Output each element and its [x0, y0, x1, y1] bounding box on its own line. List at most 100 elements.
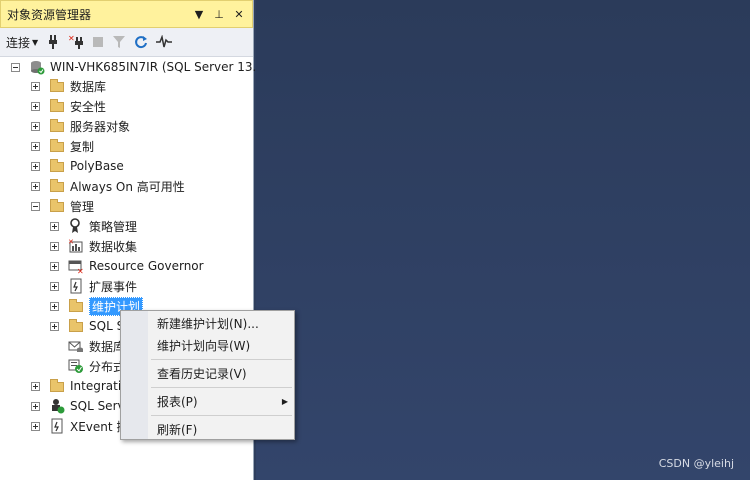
expand-toggle[interactable]	[50, 241, 59, 251]
explorer-toolbar: 连接 ▼ ✕	[0, 28, 253, 57]
expand-toggle[interactable]	[50, 301, 59, 311]
expand-toggle[interactable]	[31, 101, 40, 111]
stop-icon[interactable]	[92, 32, 104, 52]
menu-item-label: 查看历史记录(V)	[157, 366, 247, 381]
pin-icon[interactable]: ⊥	[212, 8, 226, 21]
menu-item-maintenance-plan-wizard[interactable]: 维护计划向导(W)	[157, 335, 288, 355]
tree-item-management[interactable]: 管理	[31, 196, 94, 216]
svg-text:✕: ✕	[68, 238, 74, 246]
expand-toggle[interactable]	[31, 381, 40, 391]
collapse-toggle[interactable]	[11, 62, 20, 72]
watermark: CSDN @yleihj	[658, 457, 734, 470]
menu-item-view-history[interactable]: 查看历史记录(V)	[157, 363, 288, 383]
tree-item-databases[interactable]: 数据库	[31, 76, 106, 96]
db-mail-icon	[68, 338, 84, 354]
tree-item-data-collection[interactable]: ✕ 数据收集	[50, 236, 137, 256]
folder-icon	[49, 78, 65, 94]
tree-item-polybase[interactable]: PolyBase	[31, 156, 124, 176]
resource-governor-icon: ✕	[68, 258, 84, 274]
expand-toggle[interactable]	[31, 181, 40, 191]
connect-icon[interactable]	[46, 32, 60, 52]
refresh-icon[interactable]	[134, 32, 148, 52]
folder-icon	[68, 298, 84, 314]
connect-label: 连接	[6, 35, 31, 50]
chevron-down-icon: ▼	[32, 37, 39, 47]
disconnect-icon[interactable]: ✕	[68, 32, 84, 52]
svg-text:✕: ✕	[68, 34, 75, 43]
tree-item-label: SQL S	[89, 319, 125, 333]
server-icon	[29, 59, 45, 75]
tree-item-server-objects[interactable]: 服务器对象	[31, 116, 130, 136]
close-icon[interactable]: ✕	[232, 8, 246, 21]
collapse-toggle[interactable]	[31, 201, 40, 211]
tree-item-always-on[interactable]: Always On 高可用性	[31, 176, 185, 196]
menu-item-reports[interactable]: 报表(P) ▶	[157, 391, 288, 411]
folder-icon	[49, 118, 65, 134]
desktop-background	[256, 0, 750, 480]
tree-item-label: 服务器对象	[70, 119, 131, 134]
panel-title-bar: 对象资源管理器 ▼ ⊥ ✕	[0, 0, 253, 28]
folder-icon	[68, 318, 84, 334]
tree-item-label: Resource Governor	[89, 259, 204, 273]
expand-toggle[interactable]	[31, 401, 40, 411]
tree-item-label: 管理	[70, 199, 95, 214]
folder-icon	[49, 98, 65, 114]
menu-item-new-maintenance-plan[interactable]: 新建维护计划(N)...	[157, 313, 288, 333]
expand-toggle[interactable]	[50, 261, 59, 271]
agent-icon	[49, 398, 65, 414]
menu-item-refresh[interactable]: 刷新(F)	[157, 419, 288, 439]
menu-item-label: 刷新(F)	[157, 422, 198, 437]
xevent-icon	[49, 418, 65, 434]
tree-item-label: 策略管理	[89, 219, 138, 234]
policy-icon	[68, 218, 84, 234]
tree-item-distributed[interactable]: 分布式	[50, 356, 125, 376]
tree-item-sql-server-logs[interactable]: SQL S	[50, 316, 124, 336]
tree-item-resource-governor[interactable]: ✕ Resource Governor	[50, 256, 204, 276]
menu-item-label: 报表(P)	[157, 394, 198, 409]
filter-icon[interactable]	[112, 32, 126, 52]
tree-item-sql-server-agent[interactable]: SQL Serv	[31, 396, 125, 416]
menu-item-label: 新建维护计划(N)...	[157, 316, 259, 331]
dropdown-icon[interactable]: ▼	[192, 8, 206, 21]
expand-toggle[interactable]	[31, 121, 40, 131]
panel-title: 对象资源管理器	[7, 7, 92, 22]
expand-toggle[interactable]	[50, 321, 59, 331]
folder-icon	[49, 138, 65, 154]
tree-item-label: SQL Serv	[70, 399, 125, 413]
tree-item-label: 安全性	[70, 99, 107, 114]
tree-item-extended-events[interactable]: 扩展事件	[50, 276, 137, 296]
tree-item-label: PolyBase	[70, 159, 124, 173]
folder-icon	[49, 198, 65, 214]
server-label: WIN-VHK685IN7IR (SQL Server 13.	[50, 60, 257, 74]
tree-item-database-mail[interactable]: 数据库	[50, 336, 125, 356]
expand-toggle[interactable]	[50, 221, 59, 231]
menu-separator	[151, 359, 292, 360]
tree-server-node[interactable]: WIN-VHK685IN7IR (SQL Server 13.	[11, 57, 256, 77]
expand-toggle[interactable]	[50, 281, 59, 291]
tree-item-security[interactable]: 安全性	[31, 96, 106, 116]
menu-separator	[151, 387, 292, 388]
svg-text:✕: ✕	[77, 267, 84, 274]
submenu-arrow-icon: ▶	[281, 396, 288, 406]
data-collection-icon: ✕	[68, 238, 84, 254]
folder-icon	[49, 378, 65, 394]
menu-item-label: 维护计划向导(W)	[157, 338, 251, 353]
expand-toggle[interactable]	[31, 161, 40, 171]
tree-item-policy-management[interactable]: 策略管理	[50, 216, 137, 236]
extended-events-icon	[68, 278, 84, 294]
context-menu: 新建维护计划(N)... 维护计划向导(W) 查看历史记录(V) 报表(P) ▶…	[120, 310, 295, 440]
tree-item-xevent-profiler[interactable]: XEvent 探	[31, 416, 128, 436]
tree-item-label: 数据收集	[89, 239, 138, 254]
dtc-icon	[68, 358, 84, 374]
tree-item-replication[interactable]: 复制	[31, 136, 94, 156]
connect-button[interactable]: 连接 ▼	[6, 32, 38, 52]
menu-separator	[151, 415, 292, 416]
expand-toggle[interactable]	[31, 81, 40, 91]
menu-gutter	[121, 311, 148, 439]
folder-icon	[49, 158, 65, 174]
activity-icon[interactable]	[156, 32, 173, 52]
tree-item-label: Always On 高可用性	[70, 179, 185, 194]
tree-item-label: 数据库	[70, 79, 107, 94]
expand-toggle[interactable]	[31, 141, 40, 151]
expand-toggle[interactable]	[31, 421, 40, 431]
